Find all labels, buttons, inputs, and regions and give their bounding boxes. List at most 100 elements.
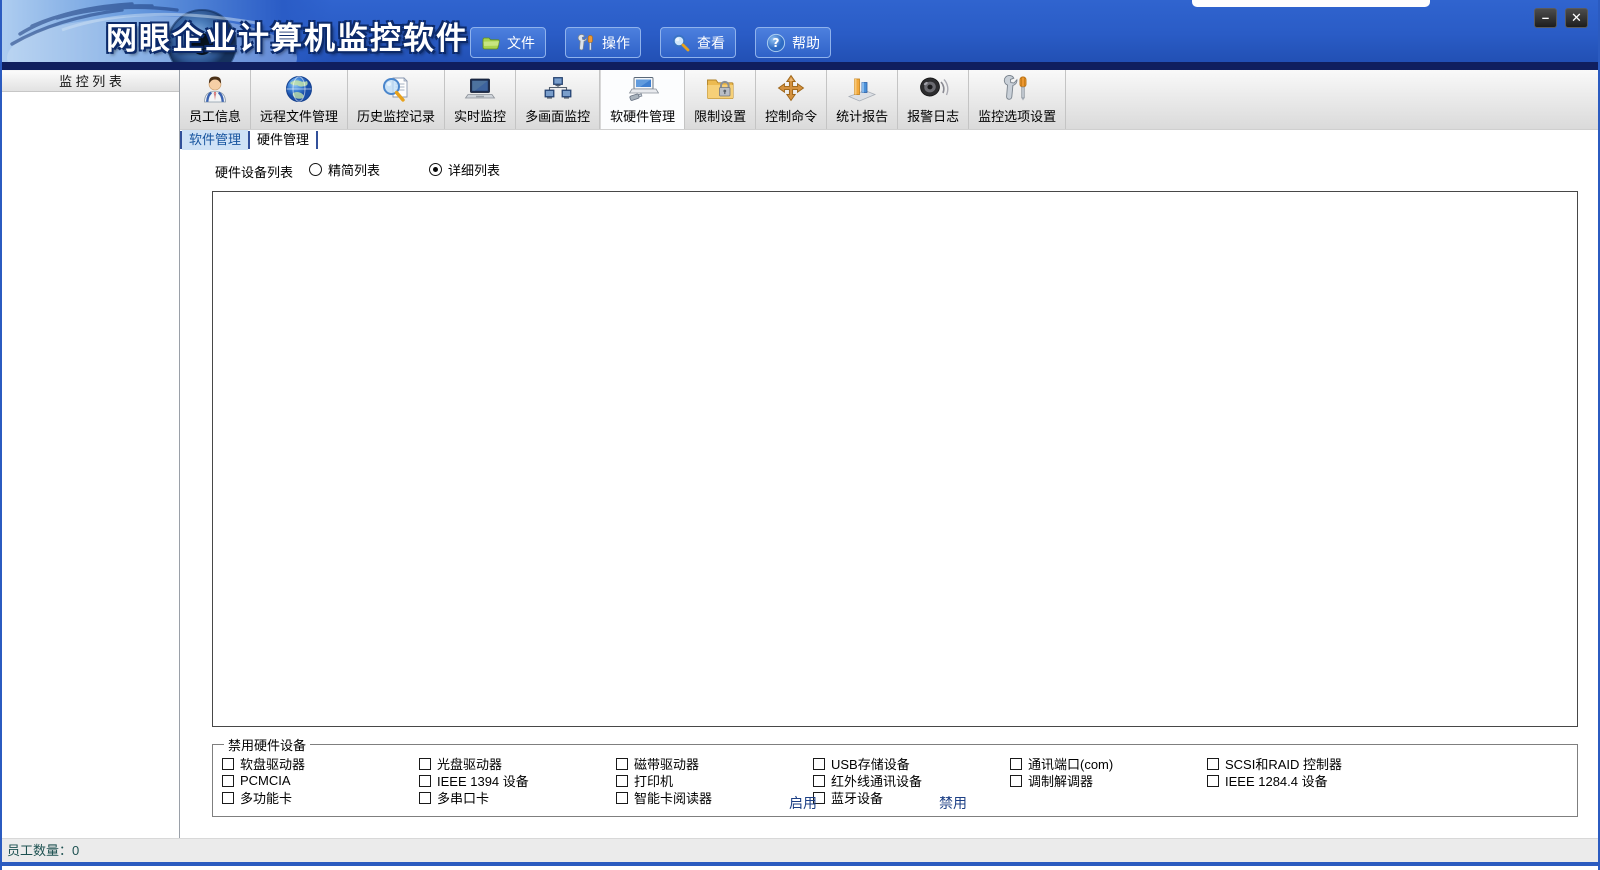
toolbar-label: 监控选项设置: [978, 106, 1056, 125]
checkbox-label: PCMCIA: [240, 773, 291, 788]
checkbox-cd-drive[interactable]: 光盘驱动器: [419, 755, 616, 772]
checkbox-box[interactable]: [419, 758, 431, 770]
checkbox-modem[interactable]: 调制解调器: [1010, 772, 1207, 789]
checkbox-floppy-drive[interactable]: 软盘驱动器: [222, 755, 419, 772]
tab-hardware-management[interactable]: 硬件管理: [250, 130, 316, 150]
radio-label: 详细列表: [448, 160, 500, 179]
toolbar-label: 报警日志: [907, 106, 959, 125]
disable-button[interactable]: 禁用: [939, 793, 967, 813]
checkbox-box[interactable]: [1207, 775, 1219, 787]
toolbar-realtime-monitor[interactable]: 实时监控: [445, 70, 516, 129]
checkbox-box[interactable]: [222, 758, 234, 770]
checkbox-multi-serial-card[interactable]: 多串口卡: [419, 789, 616, 806]
toolbar-restriction-settings[interactable]: 限制设置: [685, 70, 756, 129]
radio-circle[interactable]: [309, 163, 322, 176]
hardware-device-list[interactable]: [212, 191, 1578, 727]
checkbox-box[interactable]: [419, 792, 431, 804]
close-button[interactable]: ✕: [1565, 8, 1588, 28]
checkbox-column: 通讯端口(com) 调制解调器: [1010, 755, 1207, 806]
title-bar: 网眼企业计算机监控软件 文件 操作: [2, 0, 1598, 62]
checkbox-printer[interactable]: 打印机: [616, 772, 813, 789]
enable-button[interactable]: 启用: [789, 793, 817, 813]
toolbar-label: 远程文件管理: [260, 106, 338, 125]
menu-file-label: 文件: [507, 33, 535, 53]
toolbar-label: 多画面监控: [525, 106, 590, 125]
checkbox-box[interactable]: [616, 758, 628, 770]
employee-icon: [199, 73, 231, 105]
checkbox-com-port[interactable]: 通讯端口(com): [1010, 755, 1207, 772]
menu-help-button[interactable]: ? 帮助: [755, 27, 831, 58]
navy-divider: [2, 62, 1598, 70]
checkbox-label: 蓝牙设备: [831, 788, 883, 807]
checkbox-column: 光盘驱动器 IEEE 1394 设备 多串口卡: [419, 755, 616, 806]
checkbox-box[interactable]: [419, 775, 431, 787]
tab-software-management[interactable]: 软件管理: [182, 130, 248, 150]
toolbar-statistics-report[interactable]: 统计报告: [827, 70, 898, 129]
checkbox-box[interactable]: [222, 775, 234, 787]
hardware-management-panel: 硬件设备列表 精简列表 详细列表 禁用硬件设备 软盘驱动器: [180, 150, 1598, 838]
multi-screen-icon: [542, 73, 574, 105]
history-record-icon: [380, 73, 412, 105]
checkbox-tape-drive[interactable]: 磁带驱动器: [616, 755, 813, 772]
checkbox-usb-storage[interactable]: USB存储设备: [813, 755, 1010, 772]
menu-view-button[interactable]: 查看: [660, 27, 736, 58]
statistics-report-icon: [846, 73, 878, 105]
tools-icon: [576, 33, 596, 53]
toolbar-software-hardware-management[interactable]: 软硬件管理: [600, 70, 685, 129]
checkbox-box[interactable]: [222, 792, 234, 804]
checkbox-box[interactable]: [616, 792, 628, 804]
monitor-list-area[interactable]: [2, 92, 179, 838]
checkbox-ieee1394[interactable]: IEEE 1394 设备: [419, 772, 616, 789]
monitor-list-sidebar: 监 控 列 表: [2, 70, 180, 838]
radio-detailed-list[interactable]: 详细列表: [429, 160, 500, 179]
checkbox-box[interactable]: [813, 758, 825, 770]
toolbar-alarm-log[interactable]: 报警日志: [898, 70, 969, 129]
menu-file-button[interactable]: 文件: [470, 27, 546, 58]
checkbox-column: USB存储设备 红外线通讯设备 蓝牙设备: [813, 755, 1010, 806]
groupbox-title: 禁用硬件设备: [224, 735, 310, 754]
checkbox-box[interactable]: [616, 775, 628, 787]
checkbox-bluetooth-device[interactable]: 蓝牙设备: [813, 789, 1010, 806]
tab-divider: [316, 131, 318, 149]
checkbox-pcmcia[interactable]: PCMCIA: [222, 772, 419, 789]
toolbar-monitor-options[interactable]: 监控选项设置: [969, 70, 1066, 129]
software-hardware-icon: [627, 73, 659, 105]
svg-text:?: ?: [773, 36, 780, 50]
device-checkbox-grid: 软盘驱动器 PCMCIA 多功能卡 光盘驱动器 IEEE 1394 设备 多串口…: [222, 755, 1577, 806]
sidebar-header: 监 控 列 表: [2, 70, 179, 92]
checkbox-infrared-device[interactable]: 红外线通讯设备: [813, 772, 1010, 789]
checkbox-box[interactable]: [1010, 775, 1022, 787]
minimize-button[interactable]: –: [1534, 8, 1557, 28]
checkbox-column: 软盘驱动器 PCMCIA 多功能卡: [222, 755, 419, 806]
toolbar-label: 限制设置: [694, 106, 746, 125]
toolbar-label: 历史监控记录: [357, 106, 435, 125]
toolbar-label: 统计报告: [836, 106, 888, 125]
toolbar-control-command[interactable]: 控制命令: [756, 70, 827, 129]
checkbox-column: SCSI和RAID 控制器 IEEE 1284.4 设备: [1207, 755, 1577, 806]
checkbox-box[interactable]: [1207, 758, 1219, 770]
toolbar-employee-info[interactable]: 员工信息: [180, 70, 251, 129]
checkbox-label: 软盘驱动器: [240, 754, 305, 773]
menu-help-label: 帮助: [792, 33, 820, 53]
checkbox-multifunction-card[interactable]: 多功能卡: [222, 789, 419, 806]
menu-bar: 文件 操作 查看: [470, 27, 831, 58]
monitor-options-icon: [1001, 73, 1033, 105]
checkbox-smartcard-reader[interactable]: 智能卡阅读器: [616, 789, 813, 806]
magnifier-icon: [671, 33, 691, 53]
window-controls: – ✕: [1534, 8, 1588, 28]
checkbox-ieee12844[interactable]: IEEE 1284.4 设备: [1207, 772, 1577, 789]
toolbar-remote-file-management[interactable]: 远程文件管理: [251, 70, 348, 129]
radio-circle[interactable]: [429, 163, 442, 176]
management-tabs: 软件管理 硬件管理: [180, 130, 1598, 150]
checkbox-box[interactable]: [813, 775, 825, 787]
toolbar-multi-screen-monitor[interactable]: 多画面监控: [516, 70, 600, 129]
radio-simple-list[interactable]: 精简列表: [309, 160, 380, 179]
checkbox-scsi-raid-controller[interactable]: SCSI和RAID 控制器: [1207, 755, 1577, 772]
employee-count-text: 员工数量：0: [7, 843, 79, 858]
menu-operate-button[interactable]: 操作: [565, 27, 641, 58]
checkbox-box[interactable]: [1010, 758, 1022, 770]
checkbox-label: 多串口卡: [437, 788, 489, 807]
toolbar-history-record[interactable]: 历史监控记录: [348, 70, 445, 129]
file-folder-icon: [481, 33, 501, 53]
toolbar-label: 控制命令: [765, 106, 817, 125]
